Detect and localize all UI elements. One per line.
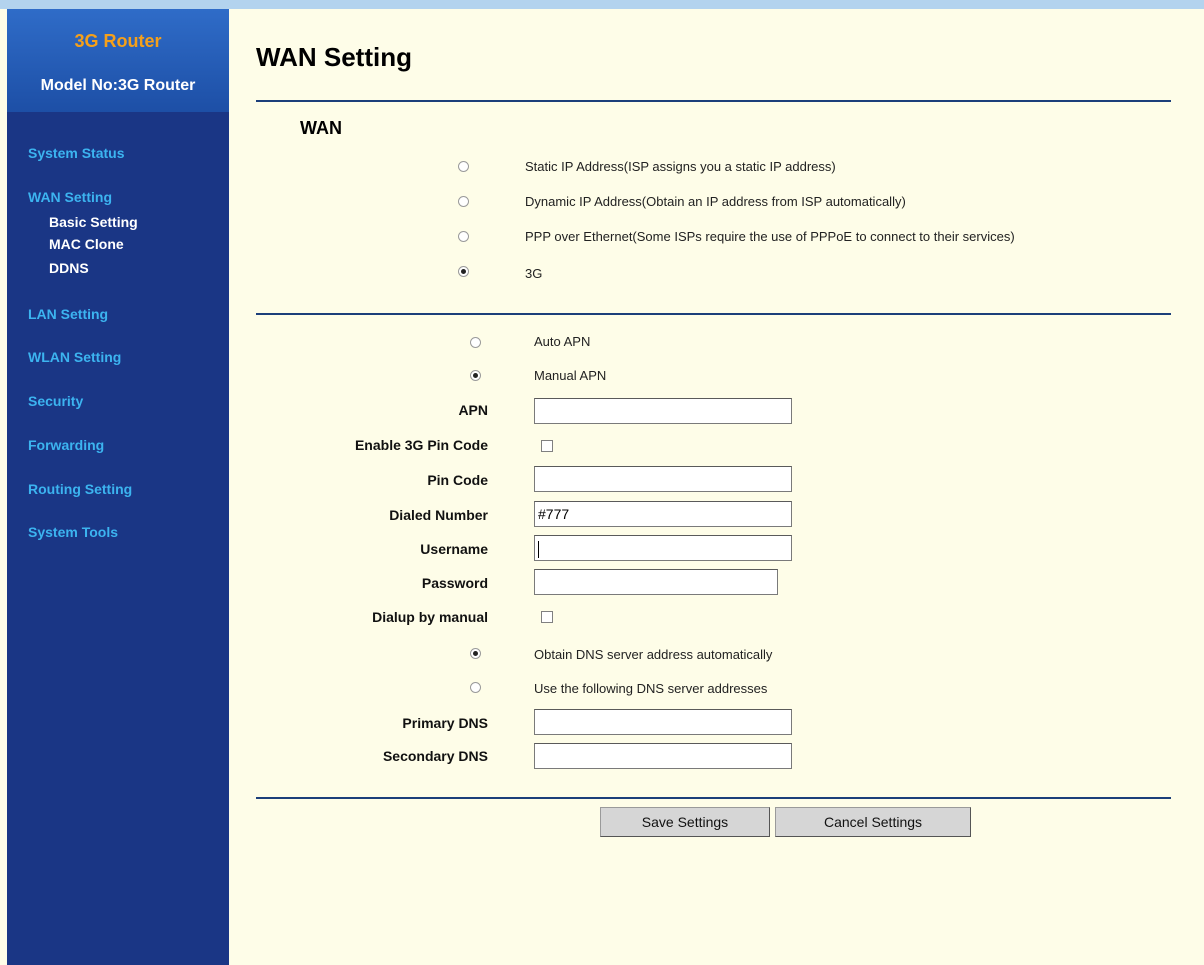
label-secondary-dns: Secondary DNS	[382, 748, 488, 764]
nav-security[interactable]: Security	[28, 393, 83, 409]
label-manual-apn: Manual APN	[534, 368, 607, 383]
save-settings-button[interactable]: Save Settings	[600, 807, 770, 837]
label-pppoe: PPP over Ethernet(Some ISPs require the …	[525, 229, 1015, 244]
nav-system-status[interactable]: System Status	[28, 145, 124, 161]
pin-code-input[interactable]	[534, 466, 792, 492]
radio-3g[interactable]	[458, 266, 469, 277]
dialed-number-input[interactable]: #777	[534, 501, 792, 527]
radio-static-ip[interactable]	[458, 161, 469, 172]
label-auto-apn: Auto APN	[534, 334, 591, 349]
nav-system-tools[interactable]: System Tools	[28, 524, 118, 540]
nav-wan-setting[interactable]: WAN Setting	[28, 189, 112, 205]
nav-ddns[interactable]: DDNS	[49, 260, 89, 276]
label-password: Password	[421, 575, 488, 591]
brand-title: 3G Router	[74, 31, 162, 51]
sidebar: 3G Router Model No:3G Router System Stat…	[7, 9, 229, 965]
label-static-ip: Static IP Address(ISP assigns you a stat…	[525, 159, 836, 174]
page-title: WAN Setting	[256, 42, 412, 72]
label-enable-pin: Enable 3G Pin Code	[354, 437, 488, 453]
label-pin-code: Pin Code	[427, 472, 488, 488]
brand-header: 3G Router Model No:3G Router	[7, 9, 229, 112]
top-strip	[0, 0, 1204, 9]
radio-dns-auto[interactable]	[470, 648, 481, 659]
nav-lan-setting[interactable]: LAN Setting	[28, 306, 108, 322]
divider-middle	[256, 313, 1171, 315]
dialup-manual-checkbox[interactable]	[541, 611, 553, 623]
label-primary-dns: Primary DNS	[402, 715, 488, 731]
label-username: Username	[420, 541, 488, 557]
radio-pppoe[interactable]	[458, 231, 469, 242]
text-caret	[538, 540, 539, 558]
label-3g: 3G	[525, 266, 543, 281]
enable-pin-checkbox[interactable]	[541, 440, 553, 452]
secondary-dns-input[interactable]	[534, 743, 792, 769]
username-input[interactable]	[534, 535, 792, 561]
model-number: Model No:3G Router	[40, 77, 196, 94]
label-dns-manual: Use the following DNS server addresses	[534, 681, 768, 696]
radio-dns-manual[interactable]	[470, 682, 481, 693]
label-dynamic-ip: Dynamic IP Address(Obtain an IP address …	[525, 194, 906, 209]
radio-auto-apn[interactable]	[470, 337, 481, 348]
divider-top	[256, 100, 1171, 102]
label-dialup-manual: Dialup by manual	[372, 609, 488, 625]
nav-mac-clone[interactable]: MAC Clone	[49, 236, 124, 252]
nav-forwarding[interactable]: Forwarding	[28, 437, 104, 453]
divider-bottom	[256, 797, 1171, 799]
nav-wlan-setting[interactable]: WLAN Setting	[28, 349, 121, 365]
radio-manual-apn[interactable]	[470, 370, 481, 381]
radio-dynamic-ip[interactable]	[458, 196, 469, 207]
label-dialed-number: Dialed Number	[389, 507, 488, 523]
password-input[interactable]	[534, 569, 778, 595]
label-dns-auto: Obtain DNS server address automatically	[534, 647, 773, 662]
nav-routing-setting[interactable]: Routing Setting	[28, 481, 132, 497]
cancel-settings-button[interactable]: Cancel Settings	[775, 807, 971, 837]
primary-dns-input[interactable]	[534, 709, 792, 735]
label-apn: APN	[458, 402, 488, 418]
apn-input[interactable]	[534, 398, 792, 424]
section-title-wan: WAN	[300, 118, 342, 138]
nav-basic-setting[interactable]: Basic Setting	[49, 214, 138, 230]
